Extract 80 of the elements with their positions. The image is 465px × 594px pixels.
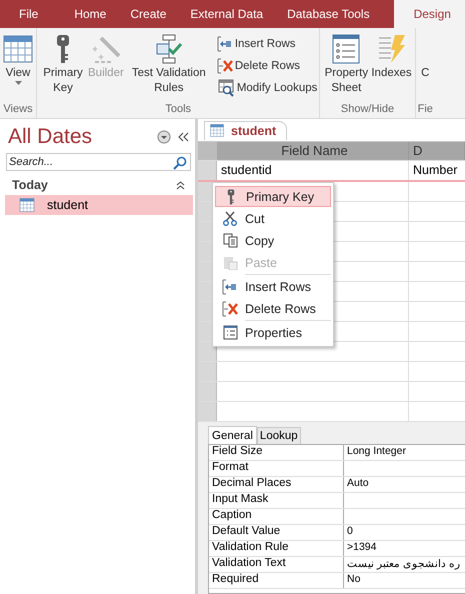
menu-item[interactable]: Delete Rows [215, 298, 331, 319]
chevron-icon [176, 180, 185, 190]
property-value: No [347, 573, 360, 585]
property-label: Required [212, 573, 259, 585]
scissors-icon [223, 211, 237, 226]
property-value: Auto [347, 477, 369, 489]
property-label: Format [212, 461, 248, 473]
ribbon-button[interactable]: C [420, 32, 430, 103]
row-selector[interactable] [198, 342, 217, 361]
property-label: Input Mask [212, 493, 268, 505]
table-cell: Number [413, 163, 458, 177]
table-icon [3, 35, 33, 63]
ribbon-button[interactable]: Modify Lookups [216, 78, 318, 97]
row-selector[interactable] [198, 362, 217, 381]
search-icon [173, 156, 187, 170]
insert-rows-icon [216, 36, 233, 52]
ribbon-tab[interactable]: Design [394, 0, 465, 28]
lookup-icon [216, 78, 235, 96]
flowchart-check-icon [154, 34, 184, 64]
clipboard-icon [222, 255, 238, 270]
search-field[interactable]: Search... [6, 153, 191, 171]
column-header[interactable]: D [413, 143, 422, 158]
lightning-list-icon [376, 34, 406, 64]
nav-title: All Dates [8, 125, 94, 149]
property-value: 0 [347, 525, 353, 537]
nav-item[interactable]: student [5, 195, 193, 215]
property-label: Caption [212, 509, 252, 521]
table-cell: studentid [221, 163, 272, 177]
group-label: Tools [165, 103, 192, 117]
ribbon-tab[interactable]: Home [74, 0, 106, 28]
ribbon-button[interactable]: Test Validation Rules [124, 32, 213, 103]
menu-item[interactable]: Properties [215, 322, 331, 343]
ribbon-tab[interactable]: External Data [190, 0, 264, 28]
caret-icon [14, 81, 22, 85]
group-header[interactable]: Today [0, 175, 195, 195]
property-sheet-icon [332, 34, 360, 64]
property-value: ره دانشجوی معتبر نیست [347, 558, 460, 570]
ribbon-button[interactable]: Indexes [370, 32, 413, 103]
row-selector[interactable] [198, 382, 217, 401]
table-icon [19, 198, 35, 212]
menu-item[interactable]: Copy [215, 230, 331, 251]
ribbon-tab[interactable]: Create [130, 0, 166, 28]
group-label: Show/Hide [340, 103, 394, 117]
insert-rows-icon [222, 278, 238, 294]
column-header[interactable]: Field Name [281, 143, 348, 158]
dropdown-icon[interactable] [157, 130, 171, 144]
property-tab[interactable]: General [208, 426, 257, 444]
collapse-icon[interactable] [177, 132, 191, 142]
menu-item[interactable]: Insert Rows [215, 276, 331, 297]
property-label: Validation Rule [212, 541, 289, 553]
delete-rows-icon [216, 58, 233, 74]
property-label: Default Value [212, 525, 280, 537]
ribbon-button[interactable]: Property Sheet [322, 32, 370, 103]
group-label: Fie [418, 103, 433, 117]
row-selector[interactable] [198, 161, 217, 180]
property-label: Validation Text [212, 557, 286, 569]
ribbon-button[interactable]: Primary Key [39, 32, 87, 103]
property-sheet-icon [222, 325, 238, 340]
key-icon [56, 34, 70, 64]
menu-item[interactable]: Cut [215, 208, 331, 229]
ribbon-button[interactable]: View [2, 32, 34, 103]
copy-icon [222, 233, 238, 248]
ribbon-button[interactable]: Delete Rows [216, 56, 318, 75]
wand-icon [90, 34, 121, 64]
menu-item[interactable]: Primary Key [215, 186, 331, 207]
property-label: Decimal Places [212, 477, 292, 489]
table-icon [209, 124, 225, 137]
ribbon-tab[interactable]: Database Tools [287, 0, 370, 28]
key-icon [227, 188, 235, 204]
ribbon-tab[interactable]: File [19, 0, 38, 28]
property-tab[interactable]: Lookup [256, 427, 301, 444]
select-all-corner[interactable] [198, 142, 217, 160]
ribbon-button[interactable]: Insert Rows [216, 34, 318, 53]
property-value: >1394 [347, 541, 376, 553]
group-label: Views [3, 103, 33, 117]
property-value: Long Integer [347, 445, 406, 457]
row-selector[interactable] [198, 402, 217, 421]
document-tab[interactable]: student [204, 120, 288, 140]
property-label: Field Size [212, 445, 262, 457]
delete-rows-icon [222, 300, 238, 316]
